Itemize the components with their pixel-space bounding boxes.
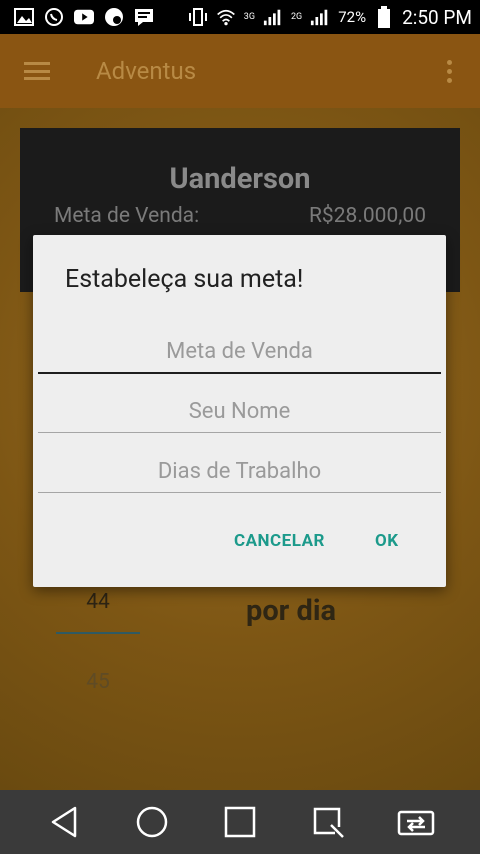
app-title: Adventus xyxy=(96,57,197,85)
sales-goal-value: R$28.000,00 xyxy=(308,204,426,228)
whatsapp-icon xyxy=(44,8,64,26)
home-icon[interactable] xyxy=(132,802,172,842)
per-day-label: por dia xyxy=(246,594,337,628)
qslide-icon[interactable] xyxy=(308,802,348,842)
field-underline xyxy=(38,372,441,374)
status-bar: 3G 2G 72% 2:50 PM xyxy=(0,0,480,34)
gallery-icon xyxy=(14,8,34,26)
work-days-input[interactable] xyxy=(38,451,441,491)
vibrate-icon xyxy=(188,8,208,26)
message-icon xyxy=(134,8,154,26)
number-picker-divider xyxy=(56,632,140,634)
field-underline xyxy=(38,492,441,493)
back-icon[interactable] xyxy=(44,802,84,842)
hamburger-menu-icon[interactable] xyxy=(24,62,50,80)
recents-icon[interactable] xyxy=(220,802,260,842)
sales-goal-input[interactable] xyxy=(38,331,441,371)
signal-icon xyxy=(263,8,283,26)
notification-icon xyxy=(104,8,124,26)
number-picker-selected[interactable]: 44 xyxy=(56,590,140,614)
navigation-bar xyxy=(0,790,480,854)
youtube-icon xyxy=(74,8,94,26)
user-name: Uanderson xyxy=(169,162,311,196)
goal-dialog: Estabeleça sua meta! CANCELAR OK xyxy=(33,235,446,587)
battery-percent: 72% xyxy=(338,8,367,26)
sales-goal-label: Meta de Venda: xyxy=(54,204,200,228)
number-picker-next[interactable]: 45 xyxy=(56,670,140,694)
sales-goal-field-wrapper xyxy=(38,331,441,374)
cancel-button[interactable]: CANCELAR xyxy=(234,531,325,551)
network-3g-label: 3G xyxy=(243,11,255,22)
ok-button[interactable]: OK xyxy=(375,531,399,551)
app-bar: Adventus xyxy=(0,34,480,108)
field-underline xyxy=(38,432,441,433)
name-field-wrapper xyxy=(38,391,441,433)
clock: 2:50 PM xyxy=(402,5,472,29)
more-vert-icon[interactable] xyxy=(447,59,452,83)
dialog-title: Estabeleça sua meta! xyxy=(65,265,304,294)
network-2g-label: 2G xyxy=(291,11,303,22)
dual-window-icon[interactable] xyxy=(396,802,436,842)
wifi-icon xyxy=(216,8,236,26)
name-input[interactable] xyxy=(38,391,441,431)
battery-icon xyxy=(374,6,394,28)
work-days-field-wrapper xyxy=(38,451,441,493)
signal-icon xyxy=(310,8,330,26)
